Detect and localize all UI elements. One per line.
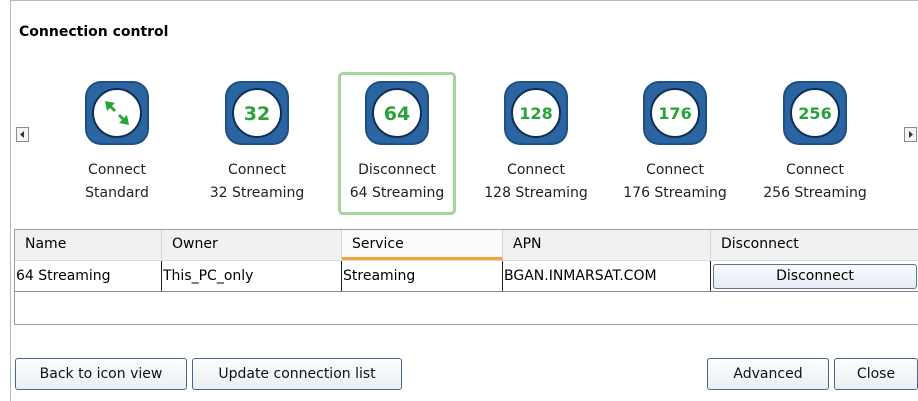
connection-action-label: Disconnect [358,162,436,178]
connection-64-streaming[interactable]: 64 Disconnect 64 Streaming [338,72,456,215]
badge-text: 256 [798,104,831,123]
advanced-button[interactable]: Advanced [707,358,829,390]
connection-action-label: Connect [507,162,565,178]
connection-128-streaming[interactable]: 128 Connect 128 Streaming [477,72,595,215]
column-header-service[interactable]: Service [342,230,503,260]
streaming-176-icon: 176 [643,81,707,145]
scroll-right-button[interactable] [904,127,917,142]
connection-action-label: Connect [228,162,286,178]
cell-service: Streaming [342,261,503,291]
cell-name: 64 Streaming [15,261,162,291]
panel-title: Connection control [19,24,169,40]
connection-32-streaming[interactable]: 32 Connect 32 Streaming [198,72,316,215]
connection-action-label: Connect [646,162,704,178]
connection-name-label: 128 Streaming [484,185,588,201]
standard-connection-icon [85,81,149,145]
badge-text: 128 [519,104,552,123]
connection-action-label: Connect [786,162,844,178]
streaming-64-icon: 64 [365,81,429,145]
badge-text: 64 [384,103,410,125]
column-header-name[interactable]: Name [15,230,162,259]
streaming-32-icon: 32 [225,81,289,145]
column-header-disconnect[interactable]: Disconnect [711,230,918,259]
streaming-128-icon: 128 [504,81,568,145]
connection-176-streaming[interactable]: 176 Connect 176 Streaming [616,72,734,215]
connection-name-label: Standard [85,185,149,201]
connection-name-label: 256 Streaming [763,185,867,201]
cell-apn: BGAN.INMARSAT.COM [503,261,711,291]
connection-action-label: Connect [88,162,146,178]
scroll-left-button[interactable] [16,127,29,142]
cell-owner: This_PC_only [162,261,342,291]
streaming-256-icon: 256 [783,81,847,145]
update-connection-list-button[interactable]: Update connection list [192,358,402,390]
column-header-owner[interactable]: Owner [162,230,342,259]
table-header: Name Owner Service APN Disconnect [15,230,918,261]
arrow-right-icon [909,131,913,138]
connection-table: Name Owner Service APN Disconnect 64 Str… [14,229,918,325]
connection-name-label: 64 Streaming [349,185,445,201]
badge-text: 32 [244,103,270,125]
badge-text: 176 [658,104,691,123]
connection-name-label: 32 Streaming [209,185,305,201]
close-button[interactable]: Close [834,358,918,390]
connection-256-streaming[interactable]: 256 Connect 256 Streaming [756,72,874,215]
row-disconnect-button[interactable]: Disconnect [713,264,917,289]
connection-name-label: 176 Streaming [623,185,727,201]
back-to-icon-view-button[interactable]: Back to icon view [15,358,187,390]
connection-standard[interactable]: Connect Standard [58,72,176,215]
arrow-left-icon [20,131,24,138]
column-header-apn[interactable]: APN [503,230,711,259]
